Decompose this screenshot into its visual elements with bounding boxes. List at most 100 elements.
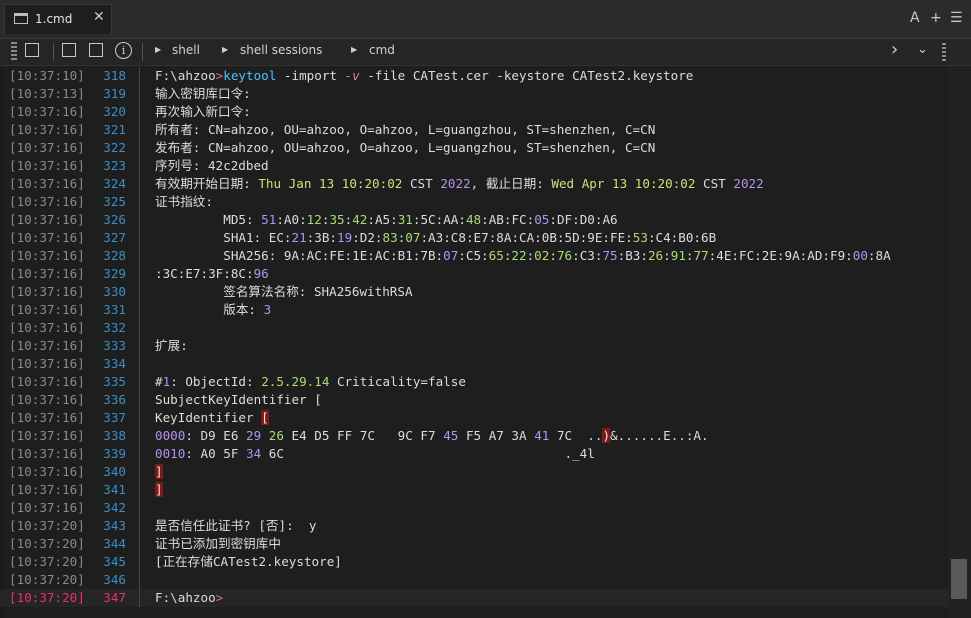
- line-number: 340: [103, 464, 126, 479]
- text-segment: 45: [443, 428, 459, 443]
- line-text: 证书已添加到密钥库中: [155, 535, 281, 553]
- toolbar: i ▶ shell ▶ shell sessions ▶ cmd › ⌄: [0, 39, 971, 66]
- line-text: #1: ObjectId: 2.5.29.14 Criticality=fals…: [155, 373, 466, 391]
- console-line: [10:37:16] 341]: [0, 481, 948, 499]
- text-segment: 31: [397, 212, 413, 227]
- menu-button[interactable]: ☰: [950, 10, 963, 26]
- timestamp: [10:37:16]: [9, 266, 85, 281]
- font-button[interactable]: A: [910, 10, 920, 26]
- line-text: 扩展:: [155, 337, 188, 355]
- text-segment: 76: [556, 248, 573, 263]
- text-segment: :: [549, 248, 557, 263]
- toolbar-grip-right-icon[interactable]: [942, 43, 946, 61]
- gutter-divider: [139, 319, 140, 337]
- gutter-divider: [139, 373, 140, 391]
- console-line: [10:37:16] 342: [0, 499, 948, 517]
- line-number: 347: [103, 590, 126, 605]
- line-number: 329: [103, 266, 126, 281]
- gutter-divider: [139, 247, 140, 265]
- new-console-icon[interactable]: [25, 43, 39, 57]
- line-number: 331: [103, 302, 126, 317]
- line-text: 有效期开始日期: Thu Jan 13 10:20:02 CST 2022, 截…: [155, 175, 764, 193]
- console-line: [10:37:16] 323 序列号: 42c2dbed: [0, 157, 948, 175]
- text-segment: 35: [329, 212, 345, 227]
- chevron-down-icon[interactable]: ⌄: [917, 42, 928, 57]
- gutter-divider: [139, 481, 140, 499]
- gutter-divider: [139, 229, 140, 247]
- text-segment: 0000: [155, 428, 186, 443]
- close-console-icon[interactable]: [62, 43, 76, 57]
- console-output[interactable]: [10:37:10] 318 F:\ahzoo>keytool -import -v…: [0, 67, 948, 607]
- chevron-right-icon[interactable]: ›: [891, 39, 898, 60]
- line-text: KeyIdentifier [: [155, 409, 269, 427]
- console-line: [10:37:16] 320 再次输入新口令:: [0, 103, 948, 121]
- breadcrumb-cmd[interactable]: cmd: [369, 43, 395, 57]
- text-segment: 序列号: 42c2dbed: [155, 158, 269, 173]
- gutter-divider: [139, 175, 140, 193]
- gutter-divider: [139, 517, 140, 535]
- line-text: SubjectKeyIdentifier [: [155, 391, 322, 409]
- text-segment: 2022: [733, 176, 764, 191]
- vertical-scrollbar[interactable]: [948, 67, 971, 618]
- text-segment: 51: [261, 212, 277, 227]
- text-segment: -v: [344, 68, 360, 83]
- gutter-divider: [139, 427, 140, 445]
- gutter-divider: [139, 103, 140, 121]
- timestamp: [10:37:16]: [9, 248, 85, 263]
- console-line: [10:37:16] 337 KeyIdentifier [: [0, 409, 948, 427]
- text-segment: 版本:: [155, 302, 264, 317]
- console-line: [10:37:16] 324 有效期开始日期: Thu Jan 13 10:20:0…: [0, 175, 948, 193]
- text-segment: 42: [352, 212, 368, 227]
- line-text: MD5: 51:A0:12:35:42:A5:31:5C:AA:48:AB:FC…: [155, 211, 617, 229]
- timestamp: [10:37:16]: [9, 464, 85, 479]
- text-segment: #: [155, 374, 163, 389]
- line-number: 325: [103, 194, 126, 209]
- line-number: 322: [103, 140, 126, 155]
- text-segment: 65: [488, 248, 504, 263]
- line-text: SHA1: EC:21:3B:19:D2:83:07:A3:C8:E7:8A:C…: [155, 229, 716, 247]
- text-segment: 91: [670, 248, 686, 263]
- gutter-divider: [139, 121, 140, 139]
- text-segment: 00: [852, 248, 868, 263]
- text-segment: 12: [306, 212, 322, 227]
- text-segment: 02: [534, 248, 550, 263]
- tab-1-cmd[interactable]: 1.cmd ✕: [4, 4, 112, 34]
- timestamp: [10:37:16]: [9, 302, 85, 317]
- gutter-divider: [139, 301, 140, 319]
- line-number: 345: [103, 554, 126, 569]
- line-number: 334: [103, 356, 126, 371]
- line-number: 346: [103, 572, 126, 587]
- current-prompt-line: [10:37:20] 347 F:\ahzoo>: [0, 589, 948, 607]
- new-tab-button[interactable]: +: [930, 10, 942, 26]
- gutter-divider: [139, 157, 140, 175]
- breadcrumb-shell[interactable]: shell: [172, 43, 200, 57]
- text-segment: 输入密钥库口令:: [155, 86, 251, 101]
- text-segment: Wed Apr 13 10:20:02: [551, 176, 696, 191]
- scrollbar-thumb[interactable]: [951, 559, 967, 599]
- text-segment: 3: [263, 302, 272, 317]
- text-segment: KeyIdentifier: [155, 410, 262, 425]
- text-segment: 2022: [440, 176, 471, 191]
- toolbar-grip-icon[interactable]: [11, 42, 17, 62]
- info-icon[interactable]: i: [115, 42, 132, 59]
- console-line: [10:37:16] 335 #1: ObjectId: 2.5.29.14 Cri…: [0, 373, 948, 391]
- text-segment: 22: [511, 248, 527, 263]
- close-tab-button[interactable]: ✕: [93, 9, 105, 25]
- text-segment: SHA256: 9A:AC:FE:1E:AC:B1:7B:: [155, 248, 444, 263]
- text-segment: SHA1: EC:: [155, 230, 292, 245]
- breadcrumb-shell-sessions[interactable]: shell sessions: [240, 43, 322, 57]
- text-segment: ): [602, 428, 611, 443]
- line-number: 327: [103, 230, 126, 245]
- text-segment: 证书指纹:: [155, 194, 213, 209]
- duplicate-console-icon[interactable]: [89, 43, 103, 57]
- timestamp: [10:37:16]: [9, 410, 85, 425]
- text-segment: Criticality=false: [329, 374, 466, 389]
- text-segment: Thu Jan 13 10:20:02: [258, 176, 403, 191]
- gutter-divider: [139, 355, 140, 373]
- text-segment: -import: [276, 68, 345, 83]
- line-number: 333: [103, 338, 126, 353]
- console-line: [10:37:16] 339 0010: A0 5F 34 6C ._4l: [0, 445, 948, 463]
- gutter-divider: [139, 445, 140, 463]
- gutter-divider: [139, 193, 140, 211]
- console-line: [10:37:16] 327 SHA1: EC:21:3B:19:D2:83:07…: [0, 229, 948, 247]
